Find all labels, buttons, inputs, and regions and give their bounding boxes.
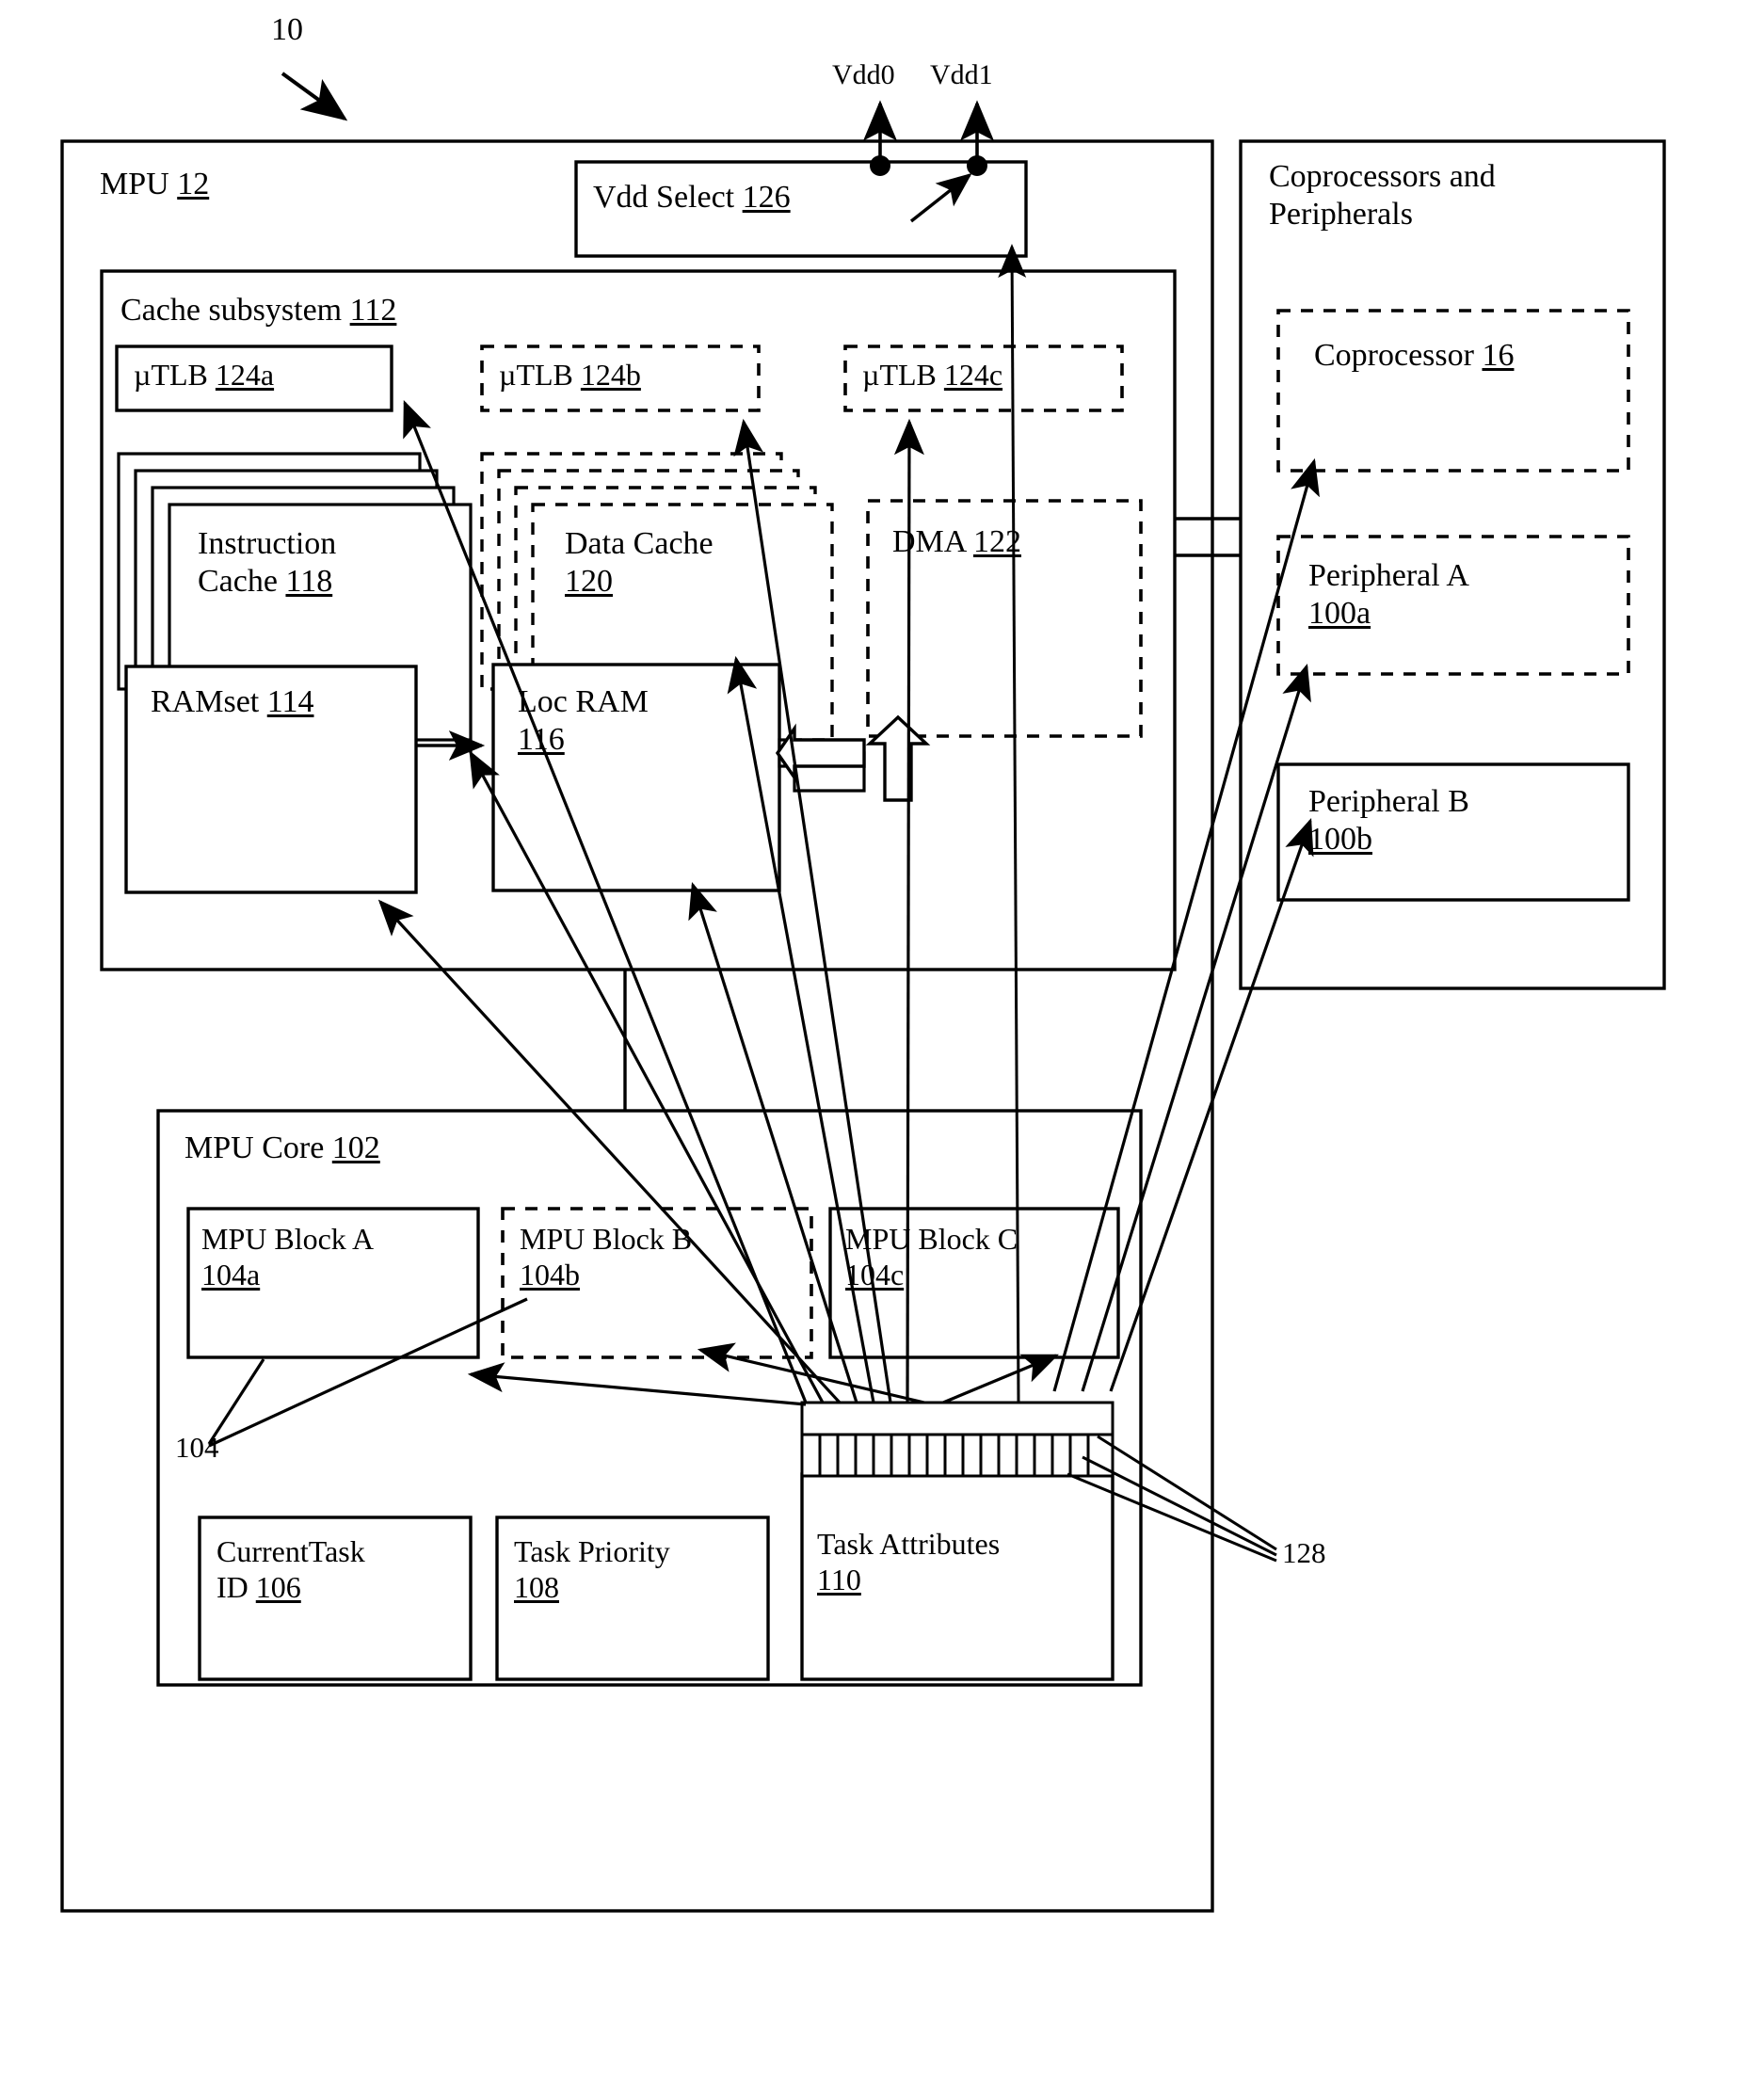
data-cache-line1: Data Cache xyxy=(565,526,714,561)
mpu-block-c-num: 104c xyxy=(845,1257,905,1291)
mpu-block-b-text: MPU Block B xyxy=(520,1222,693,1256)
vdd-select-num: 126 xyxy=(742,180,791,215)
mpu-num: 12 xyxy=(177,167,210,201)
task-priority-num: 108 xyxy=(514,1569,559,1604)
ramset-num: 114 xyxy=(266,684,314,719)
loc-ram-num: 116 xyxy=(518,722,565,758)
data-cache-num: 120 xyxy=(565,564,613,600)
loc-ram-line1: Loc RAM xyxy=(518,684,649,719)
mpu-outer-box xyxy=(60,139,1214,1913)
instruction-cache-num: 118 xyxy=(285,564,333,600)
dma-num: 122 xyxy=(972,524,1021,559)
bus-arrow-up-shape xyxy=(865,714,931,802)
callout-128-label: 128 xyxy=(1282,1536,1326,1569)
fan-to-coprocessor xyxy=(1052,457,1320,1392)
ramset-label: RAMset 114 xyxy=(151,683,313,721)
loc-ram-label: Loc RAM 116 xyxy=(518,683,649,759)
peripheral-b-label: Peripheral B 100b xyxy=(1308,783,1469,858)
bus-connector-mpu-external xyxy=(1175,517,1241,557)
external-title-line2: Peripherals xyxy=(1269,197,1413,233)
mpu-block-a-label: MPU Block A 104a xyxy=(201,1222,374,1293)
utlb-124b-num: 124b xyxy=(580,358,641,392)
mpu-block-a-text: MPU Block A xyxy=(201,1222,375,1256)
mpu-block-b-label: MPU Block B 104b xyxy=(520,1222,692,1293)
instruction-cache-line1: Instruction xyxy=(198,526,337,561)
peripheral-b-line1: Peripheral B xyxy=(1308,784,1469,819)
vdd-select-text: Vdd Select xyxy=(593,180,735,215)
fan-to-instruction-cache xyxy=(377,899,842,1404)
coprocessor-box xyxy=(1276,309,1630,473)
external-title-line1: Coprocessors and xyxy=(1269,159,1496,194)
coprocessor-text: Coprocessor xyxy=(1314,338,1474,373)
fan-to-peripheral-b xyxy=(1109,817,1314,1392)
peripheral-a-num: 100a xyxy=(1308,596,1371,632)
peripheral-a-label: Peripheral A 100a xyxy=(1308,557,1469,633)
vdd0-node xyxy=(870,155,890,176)
task-priority-label: Task Priority 108 xyxy=(514,1534,670,1606)
task-attributes-line1: Task Attributes xyxy=(817,1527,1001,1561)
mpu-core-num: 102 xyxy=(331,1131,380,1165)
current-task-line1: CurrentTask xyxy=(216,1534,365,1568)
current-task-num: 106 xyxy=(255,1569,301,1604)
external-title: Coprocessors and Peripherals xyxy=(1269,158,1496,233)
utlb-124a-num: 124a xyxy=(215,358,275,392)
utlb-124c-label: µTLB 124c xyxy=(862,358,1002,393)
cache-subsystem-num: 112 xyxy=(349,293,397,328)
mpu-block-c-text: MPU Block C xyxy=(845,1222,1018,1256)
instruction-cache-line2: Cache xyxy=(198,564,278,600)
patent-figure: 10 Vdd0 Vdd1 Vdd Select 126 MPU 12 Cache… xyxy=(0,0,1764,2085)
dma-label: DMA 122 xyxy=(892,523,1021,561)
callout-104-label: 104 xyxy=(175,1431,219,1464)
task-priority-line1: Task Priority xyxy=(514,1534,670,1568)
utlb-124a-label: µTLB 124a xyxy=(134,358,274,393)
peripheral-b-num: 100b xyxy=(1308,822,1372,858)
mpu-title-text: MPU xyxy=(100,167,169,201)
coprocessor-num: 16 xyxy=(1482,338,1515,373)
task-attributes-register-strip xyxy=(800,1401,1115,1478)
vdd-switch-arm xyxy=(909,172,972,223)
ramset-text: RAMset xyxy=(151,684,260,719)
vdd1-label: Vdd1 xyxy=(930,59,993,90)
figure-ref-label: 10 xyxy=(271,12,303,47)
callout-104-leaders xyxy=(207,1297,528,1448)
vdd-select-label: Vdd Select 126 xyxy=(593,179,791,217)
coprocessor-label: Coprocessor 16 xyxy=(1314,337,1514,375)
peripheral-a-line1: Peripheral A xyxy=(1308,558,1469,593)
mpu-core-title-text: MPU Core xyxy=(184,1131,325,1165)
dma-text: DMA xyxy=(892,524,966,559)
mpu-block-a-num: 104a xyxy=(201,1257,261,1291)
utlb-124b-label: µTLB 124b xyxy=(499,358,641,393)
fan-to-peripheral-a xyxy=(1081,663,1311,1392)
mpu-block-c-label: MPU Block C 104c xyxy=(845,1222,1018,1293)
utlb-124b-text: µTLB xyxy=(499,358,573,392)
mpu-title: MPU 12 xyxy=(100,166,209,203)
figure-ref-arrow xyxy=(281,72,348,121)
current-task-id-label: CurrentTask ID 106 xyxy=(216,1534,365,1606)
mpu-core-title: MPU Core 102 xyxy=(184,1130,380,1167)
current-task-line2: ID xyxy=(216,1569,249,1604)
data-cache-label: Data Cache 120 xyxy=(565,525,714,601)
utlb-124c-text: µTLB xyxy=(862,358,937,392)
task-attributes-label: Task Attributes 110 xyxy=(817,1527,1000,1598)
cache-subsystem-title-text: Cache subsystem xyxy=(120,293,343,328)
utlb-124c-num: 124c xyxy=(943,358,1003,392)
mpu-block-b-num: 104b xyxy=(520,1257,580,1291)
utlb-124a-text: µTLB xyxy=(134,358,208,392)
fan-to-mpu-block-c xyxy=(942,1354,1059,1404)
task-attributes-num: 110 xyxy=(817,1562,861,1596)
instruction-cache-label: Instruction Cache 118 xyxy=(198,525,336,601)
fan-to-mpu-block-a xyxy=(467,1362,807,1406)
vdd1-node xyxy=(967,155,987,176)
vdd0-label: Vdd0 xyxy=(832,59,895,90)
cache-subsystem-title: Cache subsystem 112 xyxy=(120,292,396,329)
